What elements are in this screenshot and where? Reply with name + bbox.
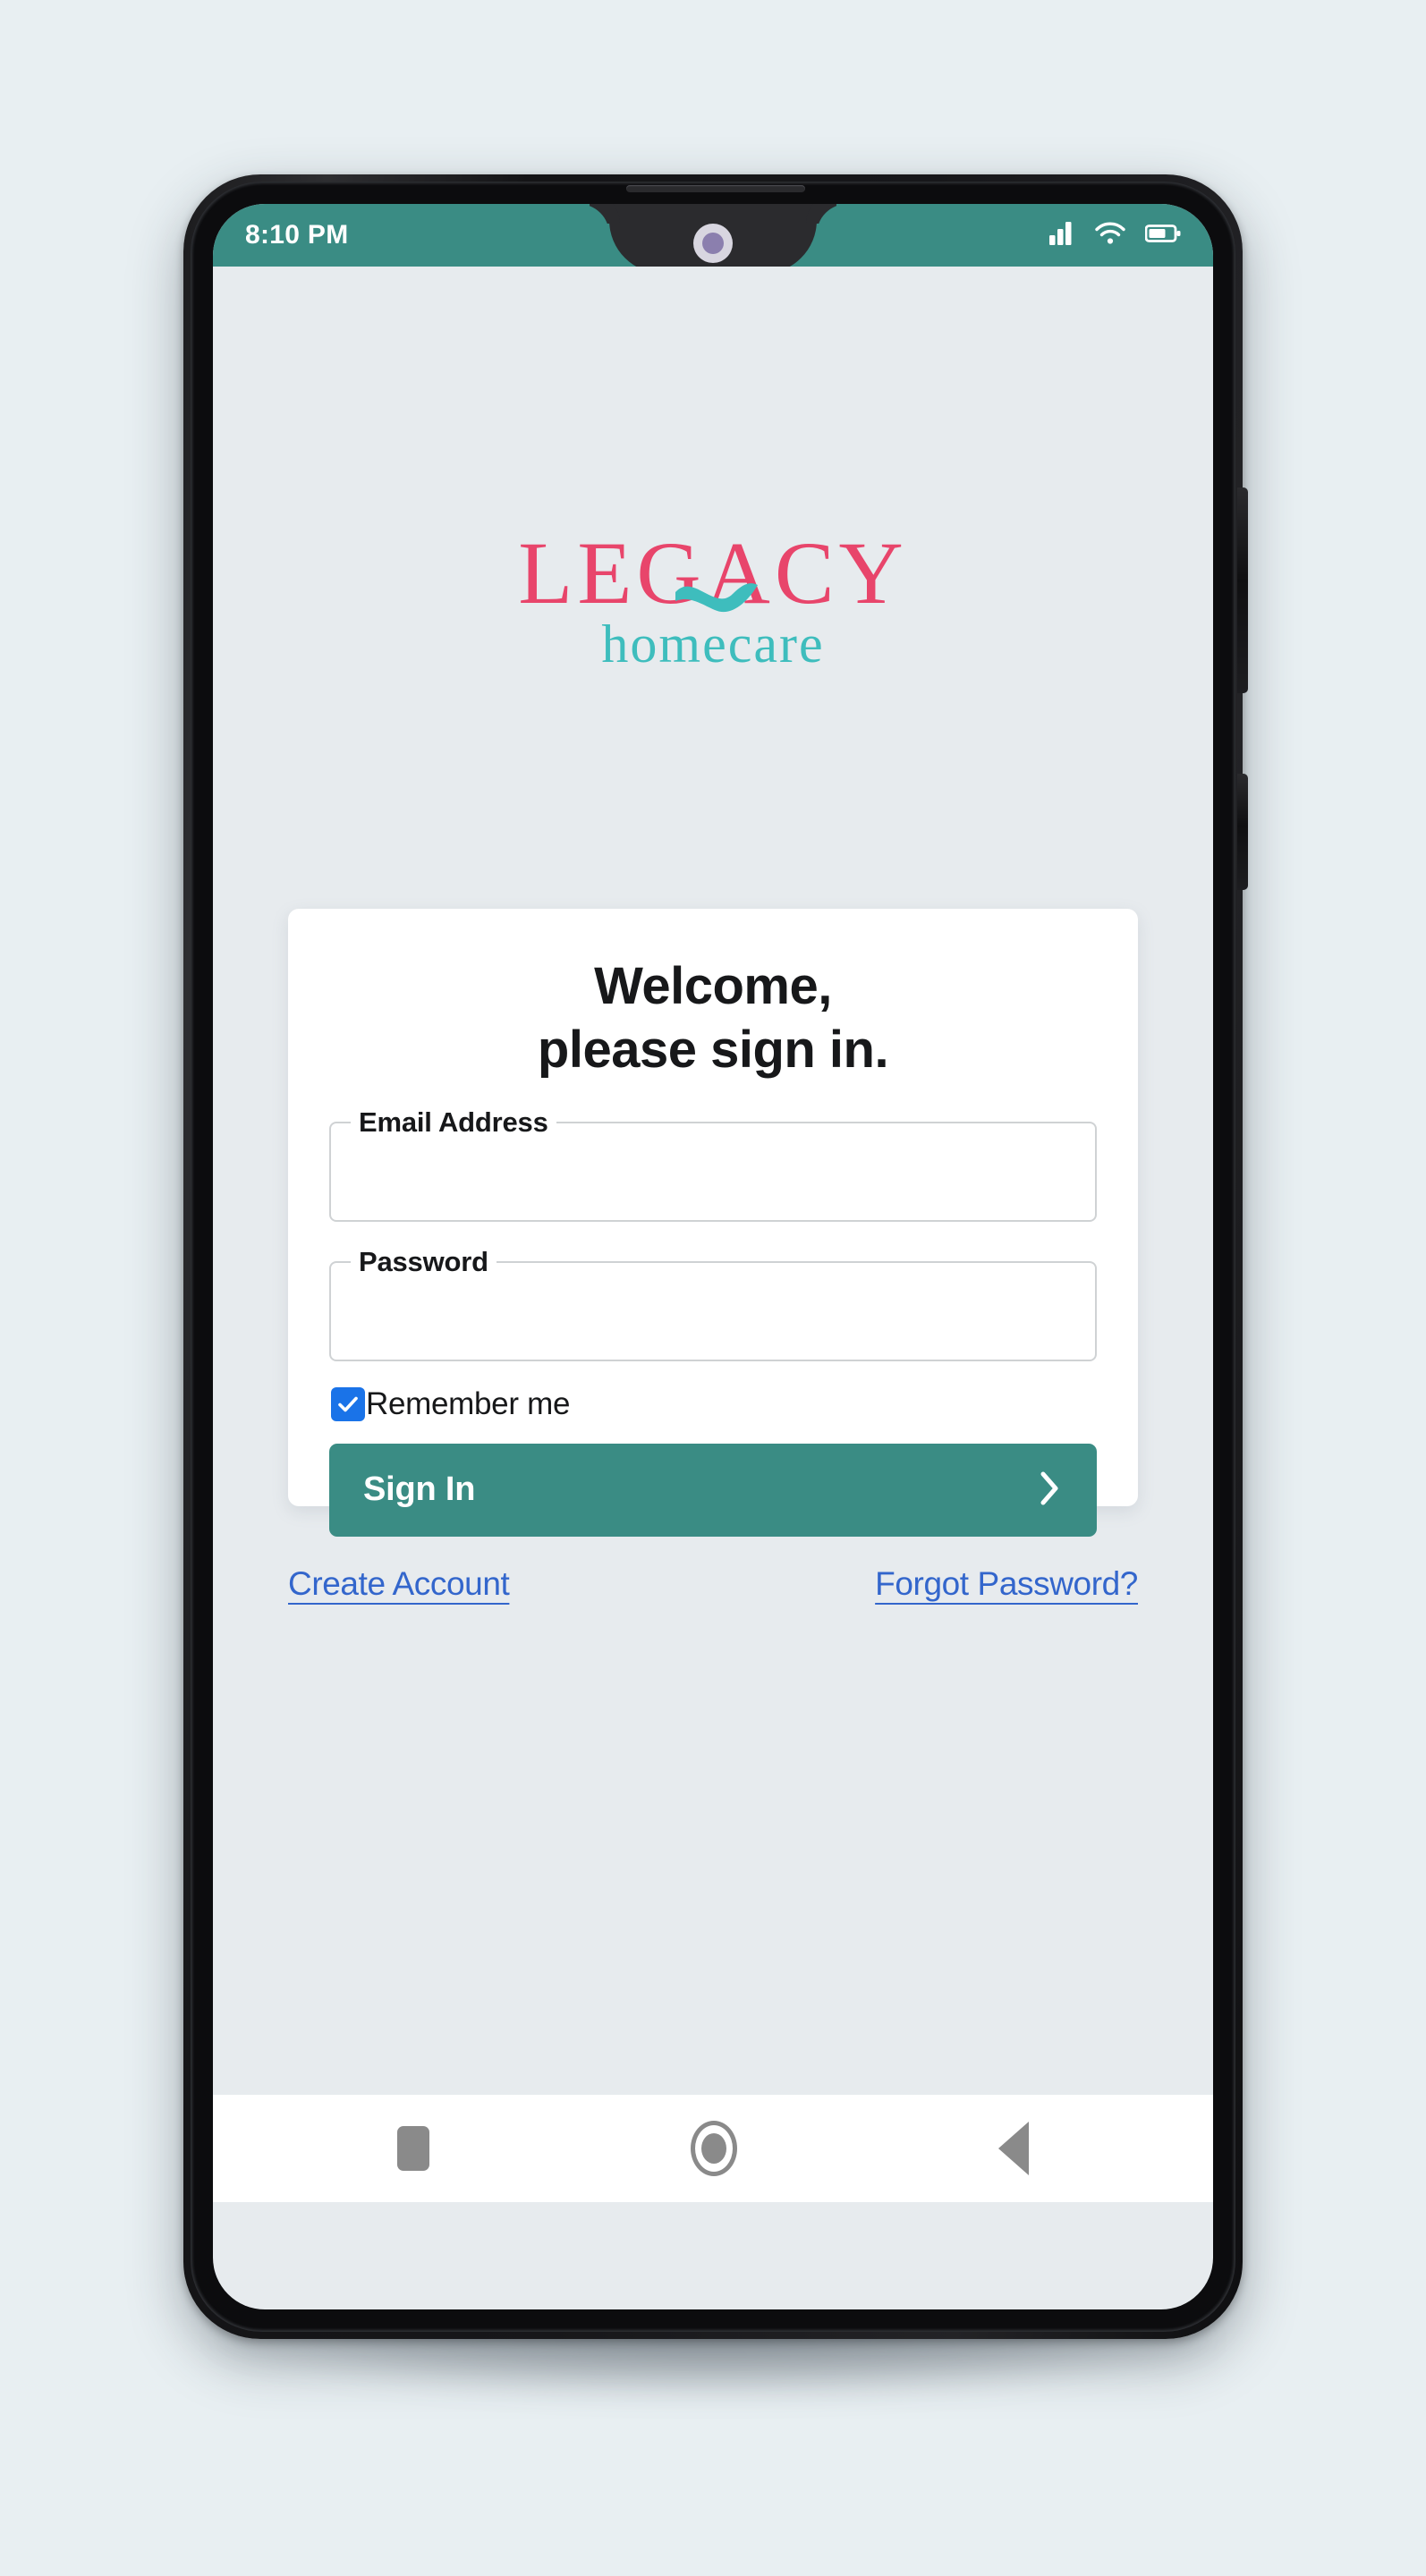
welcome-line-2: please sign in.	[537, 1020, 889, 1079]
signin-card: Welcome, please sign in. Email Address P…	[288, 909, 1138, 1537]
screenshot-stage: 8:10 PM LEGACY homecare Welcome, please …	[0, 0, 1426, 2576]
home-button-inner	[701, 2133, 726, 2164]
welcome-line-1: Welcome,	[594, 957, 832, 1015]
power-button[interactable]	[1237, 774, 1248, 890]
auth-links: Create Account Forgot Password?	[288, 1565, 1138, 1603]
svg-text:homecare: homecare	[601, 614, 824, 674]
chevron-right-icon	[1036, 1469, 1063, 1511]
remember-me-checkbox[interactable]	[331, 1386, 365, 1421]
password-field-wrapper[interactable]: Password	[329, 1245, 1097, 1361]
back-button[interactable]	[998, 2122, 1029, 2175]
app-logo: LEGACY homecare	[213, 526, 1213, 687]
app-content: LEGACY homecare Welcome, please sign in.…	[213, 267, 1213, 2202]
sign-in-button[interactable]: Sign In	[329, 1443, 1097, 1537]
signal-icon	[1048, 221, 1075, 250]
email-field-label: Email Address	[351, 1106, 556, 1139]
camera-lens	[702, 233, 724, 254]
recents-button[interactable]	[397, 2126, 429, 2171]
checkmark-icon	[338, 1396, 358, 1411]
home-button[interactable]	[691, 2121, 737, 2176]
phone-screen: 8:10 PM LEGACY homecare Welcome, please …	[213, 204, 1213, 2309]
sign-in-button-label: Sign In	[363, 1470, 476, 1508]
status-bar-icons	[1048, 221, 1181, 250]
page-title: Welcome, please sign in.	[329, 955, 1097, 1082]
remember-me-label: Remember me	[366, 1385, 571, 1421]
password-field-label: Password	[351, 1245, 497, 1278]
earpiece-speaker	[626, 185, 805, 192]
android-nav-bar	[213, 2095, 1213, 2202]
email-field-wrapper[interactable]: Email Address	[329, 1106, 1097, 1222]
front-camera	[693, 224, 733, 263]
legacy-homecare-logo: LEGACY homecare	[518, 526, 904, 674]
status-bar-clock: 8:10 PM	[245, 220, 349, 250]
wifi-icon	[1095, 222, 1125, 250]
volume-button[interactable]	[1237, 487, 1248, 693]
remember-me-row[interactable]: Remember me	[331, 1386, 1097, 1422]
create-account-link[interactable]: Create Account	[288, 1565, 510, 1603]
battery-icon	[1144, 223, 1181, 249]
forgot-password-link[interactable]: Forgot Password?	[875, 1565, 1138, 1603]
